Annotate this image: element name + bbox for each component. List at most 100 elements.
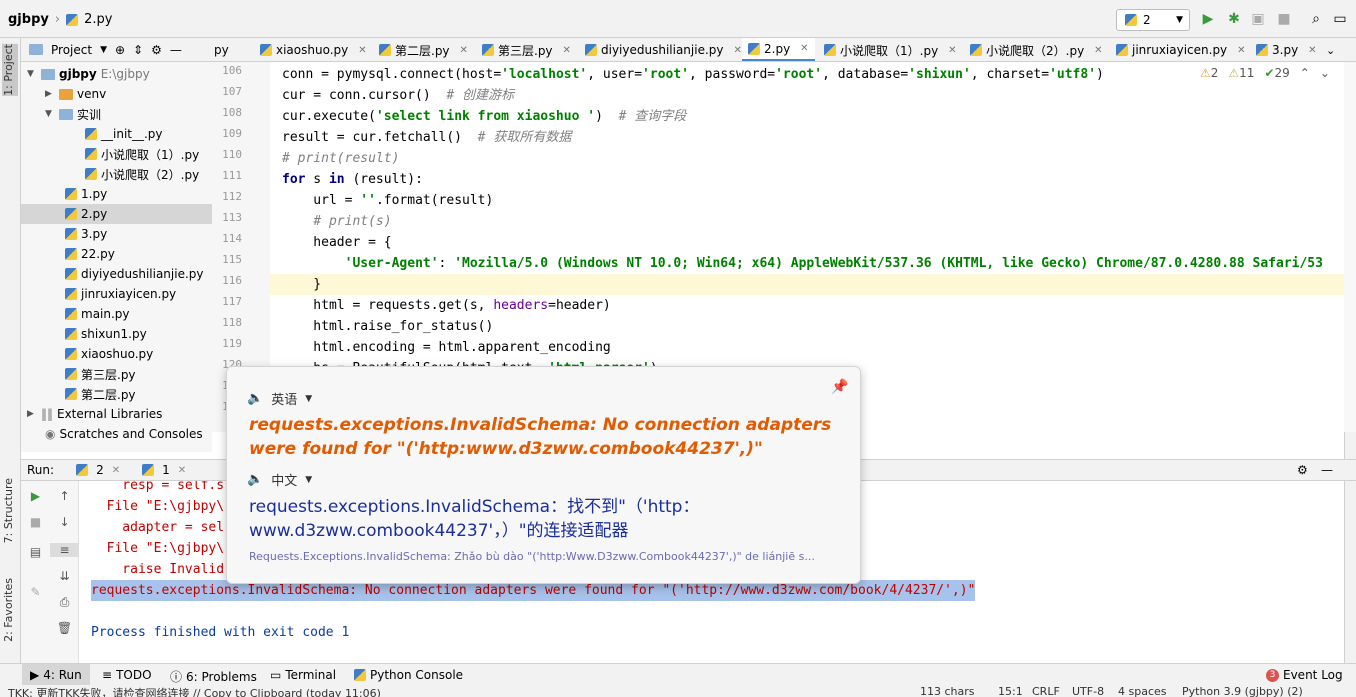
stop-icon[interactable]: ■ [21,515,50,529]
chevron-up-icon[interactable]: ⌃ [1300,66,1310,80]
run-icon[interactable]: ▶ [1200,11,1216,27]
tree-item[interactable]: ▼ 实训 [45,104,101,124]
arrow-down-icon[interactable]: ↓ [50,515,79,529]
close-icon[interactable]: ✕ [563,45,571,56]
tab-list-dropdown[interactable]: ⌄ [1326,38,1335,61]
tool-tab-run[interactable]: ▶ 4: Run [22,664,90,686]
tree-item[interactable]: ▶ ‖‖ External Libraries [27,404,162,424]
locate-icon[interactable]: ⊕ [115,43,125,57]
breadcrumb-file[interactable]: 2.py [84,12,112,27]
line-number: 114 [222,232,242,245]
python-file-icon [65,348,77,360]
pin-icon[interactable]: ✎ [21,585,50,599]
tool-tab-event-log[interactable]: 3 Event Log [1266,668,1343,682]
pin-icon[interactable]: 📌 [831,379,848,395]
status-line-ending[interactable]: CRLF [1032,685,1060,697]
editor-tab[interactable]: py [214,38,229,61]
close-icon[interactable]: ✕ [1308,45,1316,56]
favorites-tool-tab[interactable]: 2: Favorites [2,578,15,642]
status-encoding[interactable]: UTF-8 [1072,685,1104,697]
close-icon[interactable]: ✕ [358,45,366,56]
editor-tab[interactable]: 3.py ✕ [1256,38,1317,61]
editor-tab[interactable]: xiaoshuo.py ✕ [260,38,367,61]
tree-item[interactable]: 第二层.py [65,384,136,404]
tree-item[interactable]: 22.py [65,244,115,264]
chevron-down-icon[interactable]: ▼ [100,45,107,55]
tool-tab-terminal[interactable]: ▭ Terminal [270,668,336,682]
ok-count[interactable]: ✔29 [1264,66,1289,80]
weak-warning-count[interactable]: ⚠11 [1228,66,1254,80]
run-tab-1[interactable]: 2 [96,463,104,477]
project-panel-title[interactable]: Project [51,43,92,57]
collapse-icon[interactable]: ⇕ [133,43,143,57]
editor-tab-active[interactable]: 2.py ✕ [742,38,815,61]
editor-tab[interactable]: 第二层.py ✕ [379,38,468,61]
tree-item-selected[interactable]: 2.py [21,204,212,224]
close-icon[interactable]: ✕ [800,43,808,54]
code-token: ) [595,109,619,124]
arrow-up-icon[interactable]: ↑ [50,489,79,503]
status-position[interactable]: 15:1 [998,685,1023,697]
tree-item[interactable]: jinruxiayicen.py [65,284,176,304]
debug-icon[interactable]: ✱ [1226,11,1242,27]
status-message[interactable]: TKK: 更新TKK失败，请检查网络连接 // Copy to Clipboar… [8,685,381,697]
speaker-icon[interactable]: 🔈 [247,472,263,487]
tree-item[interactable]: ◉ Scratches and Consoles [45,424,203,444]
scroll-end-icon[interactable]: ⇊ [50,569,79,583]
tool-tab-python-console[interactable]: Python Console [354,668,463,682]
editor-tab[interactable]: 小说爬取（1）.py ✕ [824,38,957,61]
editor-tab[interactable]: diyiyedushilianjie.py ✕ [585,38,742,61]
close-icon[interactable]: ✕ [734,45,742,56]
print-icon[interactable]: ⎙ [50,595,79,610]
speaker-icon[interactable]: 🔈 [247,391,263,406]
tree-item[interactable]: 第三层.py [65,364,136,384]
editor-tab[interactable]: 第三层.py ✕ [482,38,571,61]
layout-icon[interactable]: ▤ [21,545,50,559]
window-icon[interactable]: ▭ [1332,11,1348,27]
status-interpreter[interactable]: Python 3.9 (gjbpy) (2) [1182,685,1303,697]
target-language[interactable]: 🔈 中文 ▼ [247,470,312,489]
status-indent[interactable]: 4 spaces [1118,685,1167,697]
coverage-icon[interactable]: ▣ [1250,11,1266,27]
tree-item[interactable]: 1.py [65,184,107,204]
run-tab-2[interactable]: 1 [162,463,170,477]
tool-tab-problems[interactable]: ⓘ 6: Problems [170,668,257,685]
source-language[interactable]: 🔈 英语 ▼ [247,389,312,408]
tool-tab-todo[interactable]: ≡ TODO [102,668,152,682]
search-icon[interactable]: ⌕ [1308,11,1324,27]
warning-count[interactable]: ⚠2 [1200,66,1218,80]
close-icon[interactable]: ✕ [178,465,186,476]
tree-item[interactable]: shixun1.py [65,324,147,344]
run-config-selector[interactable]: 2 ▼ [1116,9,1190,31]
project-tool-tab[interactable]: 1: Project [2,44,18,96]
rerun-icon[interactable]: ▶ [21,489,50,503]
close-icon[interactable]: ✕ [460,45,468,56]
editor-scrollbar[interactable] [1344,62,1356,432]
breadcrumb-project[interactable]: gjbpy [8,12,49,27]
inspection-widget[interactable]: ⚠2 ⚠11 ✔29 ⌃ ⌄ [1200,66,1330,80]
tree-item[interactable]: diyiyedushilianjie.py [65,264,204,284]
stop-icon[interactable]: ■ [1276,11,1292,27]
close-icon[interactable]: ✕ [1094,45,1102,56]
tree-item[interactable]: xiaoshuo.py [65,344,153,364]
tree-item[interactable]: 小说爬取（2）.py [85,164,199,184]
tree-item[interactable]: 小说爬取（1）.py [85,144,199,164]
close-icon[interactable]: ✕ [948,45,956,56]
editor-tab[interactable]: 小说爬取（2）.py ✕ [970,38,1103,61]
trash-icon[interactable]: 🗑 [50,621,79,635]
gear-icon[interactable]: ⚙ [151,43,162,57]
tree-item[interactable]: 3.py [65,224,107,244]
close-icon[interactable]: ✕ [112,465,120,476]
tree-item[interactable]: main.py [65,304,130,324]
minimize-icon[interactable]: — [1321,463,1333,477]
minimize-icon[interactable]: — [170,43,182,57]
soft-wrap-icon[interactable]: ≡ [50,543,79,557]
chevron-down-icon[interactable]: ⌄ [1320,66,1330,80]
gear-icon[interactable]: ⚙ [1297,463,1308,477]
tree-item[interactable]: __init__.py [85,124,163,144]
editor-tab[interactable]: jinruxiayicen.py ✕ [1116,38,1246,61]
close-icon[interactable]: ✕ [1237,45,1245,56]
tree-item[interactable]: ▶ venv [45,84,106,104]
structure-tool-tab[interactable]: 7: Structure [2,478,15,543]
tree-root[interactable]: ▼ gjbpy E:\gjbpy [27,64,150,84]
